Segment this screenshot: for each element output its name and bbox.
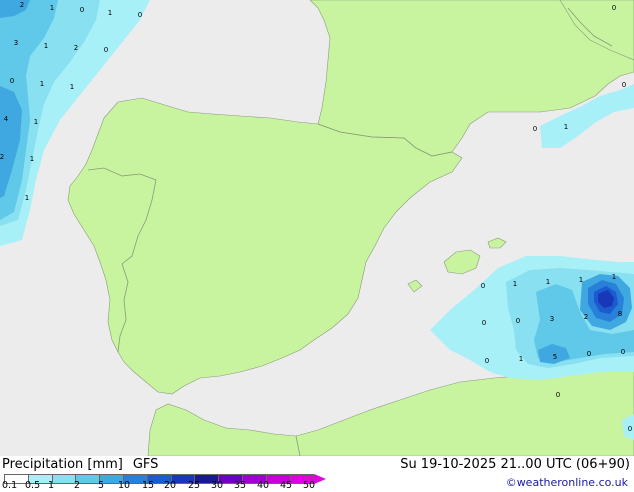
precip-value-label: 1 xyxy=(513,280,517,288)
precip-value-label: 0 xyxy=(628,425,632,433)
legend-tick: 10 xyxy=(118,480,131,491)
legend-tick: 2 xyxy=(74,480,81,491)
precip-value-label: 0 xyxy=(10,77,14,85)
precip-value-label: 1 xyxy=(25,194,29,202)
precip-value-label: 1 xyxy=(546,278,550,286)
map-title: Precipitation [mm] GFS xyxy=(2,457,158,472)
precip-value-label: 1 xyxy=(30,155,34,163)
precip-value-label: 2 xyxy=(584,313,588,321)
precip-value-label: 3 xyxy=(550,315,554,323)
legend-tick: 45 xyxy=(280,480,293,491)
precip-value-label: 1 xyxy=(34,118,38,126)
valid-time-label: Su 19-10-2025 21..00 UTC (06+90) xyxy=(400,457,630,472)
precip-value-label: 1 xyxy=(40,80,44,88)
legend-tick: 40 xyxy=(257,480,270,491)
precip-value-label: 0 xyxy=(104,46,108,54)
legend-tick: 20 xyxy=(164,480,177,491)
precip-value-label: 2 xyxy=(74,44,78,52)
model-label: GFS xyxy=(132,457,159,472)
precip-value-label: 0 xyxy=(516,317,520,325)
precip-value-label: 1 xyxy=(564,123,568,131)
legend-tick: 50 xyxy=(303,480,316,491)
precip-value-label: 1 xyxy=(70,83,74,91)
map-svg: 2 1 0 1 0 3 1 2 0 0 1 1 4 1 2 1 1 0 0 0 1 0 1 1 1 1 0 0 3 2 8 0 1 5 0 0 0 0 xyxy=(0,0,634,457)
precip-value-label: 1 xyxy=(108,9,112,17)
precip-value-label: 1 xyxy=(50,4,54,12)
precip-value-label: 1 xyxy=(612,273,616,281)
precip-value-label: 8 xyxy=(618,310,622,318)
precip-value-label: 0 xyxy=(481,282,485,290)
legend-tick: 1 xyxy=(48,480,55,491)
precip-value-label: 5 xyxy=(553,353,557,361)
map-footer: Precipitation [mm] GFS Su 19-10-2025 21..… xyxy=(0,456,634,492)
legend-tick: 30 xyxy=(211,480,224,491)
product-label: Precipitation [mm] xyxy=(2,457,123,472)
legend-tick: 0.1 xyxy=(2,480,18,491)
precip-value-label: 0 xyxy=(587,350,591,358)
precipitation-map: 2 1 0 1 0 3 1 2 0 0 1 1 4 1 2 1 1 0 0 0 1 0 1 1 1 1 0 0 3 2 8 0 1 5 0 0 0 0 xyxy=(0,0,634,457)
precip-value-label: 4 xyxy=(4,115,9,123)
precip-value-label: 0 xyxy=(612,4,616,12)
precip-value-label: 0 xyxy=(533,125,537,133)
precip-value-label: 0 xyxy=(138,11,142,19)
credit-label[interactable]: ©weatheronline.co.uk xyxy=(506,476,628,489)
legend-tick: 15 xyxy=(142,480,155,491)
precip-value-label: 2 xyxy=(0,153,4,161)
precip-value-label: 1 xyxy=(44,42,48,50)
precip-value-label: 1 xyxy=(519,355,523,363)
legend-tick: 35 xyxy=(234,480,247,491)
precip-value-label: 0 xyxy=(485,357,489,365)
legend-tick: 5 xyxy=(98,480,105,491)
precip-value-label: 3 xyxy=(14,39,18,47)
precip-value-label: 0 xyxy=(482,319,486,327)
legend-tick: 25 xyxy=(188,480,201,491)
legend-tick: 0.5 xyxy=(25,480,41,491)
precip-value-label: 1 xyxy=(579,276,583,284)
precip-value-label: 0 xyxy=(556,391,560,399)
legend-tick-labels: 0.1 0.5 1 2 5 10 15 20 25 30 35 40 45 50 xyxy=(0,480,340,492)
precip-value-label: 0 xyxy=(621,348,625,356)
precip-value-label: 0 xyxy=(622,81,626,89)
precip-value-label: 2 xyxy=(20,1,24,9)
precip-value-label: 0 xyxy=(80,6,84,14)
